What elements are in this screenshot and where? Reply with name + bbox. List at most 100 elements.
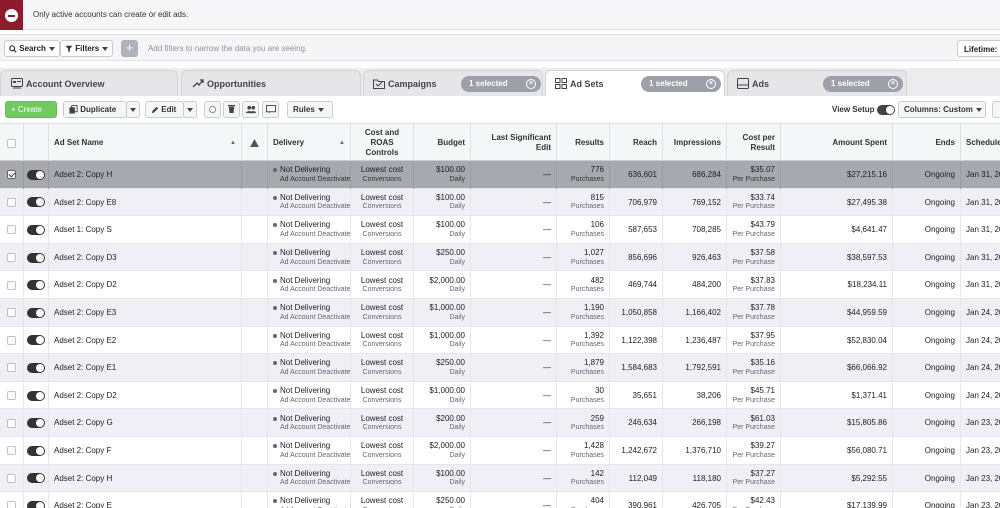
name-cell[interactable]: Adset 2: Copy E — [49, 492, 242, 508]
sort-icon[interactable]: ▲ — [339, 138, 345, 148]
row-checkbox[interactable] — [7, 308, 16, 318]
row-select-cell[interactable] — [0, 354, 24, 382]
row-select-cell[interactable] — [0, 464, 24, 493]
selected-pill[interactable]: 1 selected × — [823, 76, 903, 92]
filter-placeholder[interactable]: Add filters to narrow the data you are s… — [148, 44, 307, 53]
table-row[interactable]: Adset 2: Copy E1 Not Delivering Ad Account… — [0, 354, 1000, 382]
selected-pill[interactable]: 1 selected × — [641, 76, 721, 92]
on-off-toggle[interactable] — [27, 418, 45, 429]
row-toggle-cell[interactable] — [24, 188, 49, 217]
table-row[interactable]: Adset 2: Copy F Not Delivering Ad Account … — [0, 437, 1000, 465]
breakdown-button[interactable] — [992, 101, 1000, 118]
on-off-toggle[interactable] — [27, 445, 45, 456]
columns-button[interactable]: Columns: Custom — [898, 101, 986, 118]
ad-set-name[interactable]: Adset 2: Copy H — [54, 170, 236, 180]
name-cell[interactable]: Adset 2: Copy H — [49, 464, 242, 493]
tab-ad-sets[interactable]: Ad Sets 1 selected × — [545, 70, 725, 97]
col-cost-roas[interactable]: Cost and ROAS Controls — [351, 124, 414, 162]
col-last-edit[interactable]: Last Significant Edit — [471, 124, 557, 162]
tab-opportunities[interactable]: Opportunities — [181, 70, 361, 96]
table-row[interactable]: Adset 2: Copy E3 Not Delivering Ad Account… — [0, 299, 1000, 327]
col-budget[interactable]: Budget — [414, 124, 471, 162]
on-off-toggle[interactable] — [27, 280, 45, 291]
ad-set-name[interactable]: Adset 2: Copy D2 — [54, 391, 236, 401]
row-toggle-cell[interactable] — [24, 271, 49, 299]
create-button[interactable]: + Create — [5, 101, 57, 118]
edit-menu-button[interactable] — [183, 101, 197, 118]
col-ends[interactable]: Ends — [893, 124, 961, 162]
col-warnings[interactable] — [242, 124, 268, 162]
col-impressions[interactable]: Impressions — [663, 124, 727, 162]
row-toggle-cell[interactable] — [24, 492, 49, 508]
row-select-cell[interactable] — [0, 409, 24, 437]
on-off-toggle[interactable] — [27, 335, 45, 346]
row-select-cell[interactable] — [0, 326, 24, 355]
row-checkbox[interactable] — [7, 501, 16, 508]
row-checkbox[interactable] — [7, 170, 16, 180]
view-setup-toggle[interactable]: View Setup — [832, 105, 895, 115]
row-select-cell[interactable] — [0, 437, 24, 465]
row-select-cell[interactable] — [0, 381, 24, 410]
row-toggle-cell[interactable] — [24, 299, 49, 327]
ad-set-name[interactable]: Adset 2: Copy E — [54, 501, 236, 508]
row-toggle-cell[interactable] — [24, 354, 49, 382]
name-cell[interactable]: Adset 2: Copy E1 — [49, 354, 242, 382]
on-off-toggle[interactable] — [27, 390, 45, 401]
table-row[interactable]: Adset 2: Copy D2 Not Delivering Ad Account… — [0, 271, 1000, 299]
preview-button[interactable] — [262, 101, 279, 118]
tab-ads[interactable]: Ads 1 selected × — [727, 70, 907, 96]
table-row[interactable]: Adset 2: Copy H Not Delivering Ad Account … — [0, 161, 1000, 189]
clear-icon[interactable]: × — [706, 79, 716, 89]
name-cell[interactable]: Adset 2: Copy F — [49, 437, 242, 465]
row-select-cell[interactable] — [0, 161, 24, 189]
add-filter-button[interactable]: + — [121, 40, 138, 57]
table-row[interactable]: Adset 2: Copy E8 Not Delivering Ad Account… — [0, 188, 1000, 217]
name-cell[interactable]: Adset 2: Copy G — [49, 409, 242, 437]
on-off-toggle[interactable] — [27, 224, 45, 235]
audience-button[interactable] — [242, 101, 259, 118]
ad-set-name[interactable]: Adset 1: Copy S — [54, 225, 236, 235]
ad-set-name[interactable]: Adset 2: Copy E1 — [54, 363, 236, 373]
search-button[interactable]: Search — [4, 40, 60, 57]
row-select-cell[interactable] — [0, 216, 24, 244]
ad-set-name[interactable]: Adset 2: Copy F — [54, 446, 236, 456]
name-cell[interactable]: Adset 2: Copy E2 — [49, 326, 242, 355]
row-select-cell[interactable] — [0, 492, 24, 508]
col-amount-spent[interactable]: Amount Spent — [781, 124, 893, 162]
row-toggle-cell[interactable] — [24, 216, 49, 244]
row-checkbox[interactable] — [7, 335, 16, 345]
row-checkbox[interactable] — [7, 446, 16, 456]
row-select-cell[interactable] — [0, 188, 24, 217]
table-row[interactable]: Adset 2: Copy G Not Delivering Ad Account … — [0, 409, 1000, 437]
on-off-toggle[interactable] — [27, 197, 45, 208]
ad-set-name[interactable]: Adset 2: Copy E8 — [54, 198, 236, 208]
row-toggle-cell[interactable] — [24, 381, 49, 410]
table-row[interactable]: Adset 2: Copy D3 Not Delivering Ad Account… — [0, 243, 1000, 272]
row-toggle-cell[interactable] — [24, 243, 49, 272]
duplicate-button[interactable]: Duplicate — [63, 101, 127, 118]
col-results[interactable]: Results — [557, 124, 610, 162]
row-toggle-cell[interactable] — [24, 437, 49, 465]
on-off-toggle[interactable] — [27, 362, 45, 373]
table-row[interactable]: Adset 2: Copy D2 Not Delivering Ad Account… — [0, 381, 1000, 410]
row-checkbox[interactable] — [7, 418, 16, 428]
name-cell[interactable]: Adset 2: Copy D3 — [49, 243, 242, 272]
table-row[interactable]: Adset 2: Copy H Not Delivering Ad Account … — [0, 464, 1000, 493]
ad-set-name[interactable]: Adset 2: Copy D2 — [54, 280, 236, 290]
ad-set-name[interactable]: Adset 2: Copy G — [54, 418, 236, 428]
name-cell[interactable]: Adset 2: Copy E3 — [49, 299, 242, 327]
col-reach[interactable]: Reach — [610, 124, 663, 162]
name-cell[interactable]: Adset 1: Copy S — [49, 216, 242, 244]
row-checkbox[interactable] — [7, 280, 16, 290]
table-row[interactable]: Adset 2: Copy E2 Not Delivering Ad Account… — [0, 326, 1000, 355]
filters-button[interactable]: Filters — [60, 40, 114, 57]
row-checkbox[interactable] — [7, 391, 16, 401]
selected-pill[interactable]: 1 selected × — [461, 76, 541, 92]
row-select-cell[interactable] — [0, 243, 24, 272]
row-checkbox[interactable] — [7, 363, 16, 373]
col-schedule[interactable]: Schedule — [961, 124, 1000, 162]
name-cell[interactable]: Adset 2: Copy E8 — [49, 188, 242, 217]
duplicate-menu-button[interactable] — [126, 101, 140, 118]
select-all-checkbox[interactable] — [7, 138, 16, 148]
clear-icon[interactable]: × — [526, 79, 536, 89]
